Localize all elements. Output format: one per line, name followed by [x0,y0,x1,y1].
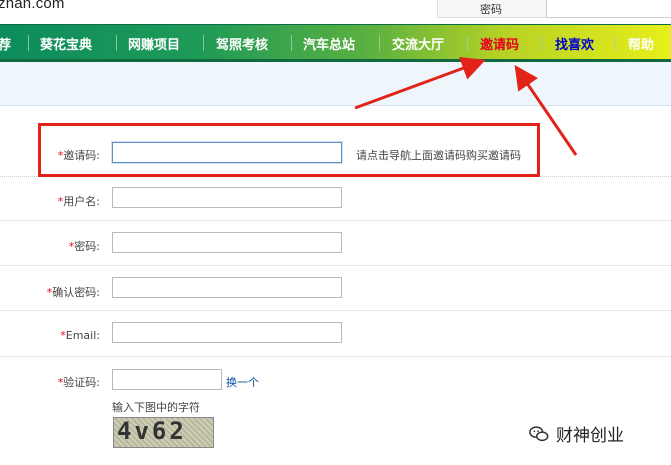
wechat-icon [529,425,549,441]
annotation-arrows [354,56,578,156]
watermark-text: 财神创业 [556,426,624,446]
arrow-left [354,56,486,110]
watermark: 财神创业 [528,421,624,446]
arrow-right [514,65,578,156]
